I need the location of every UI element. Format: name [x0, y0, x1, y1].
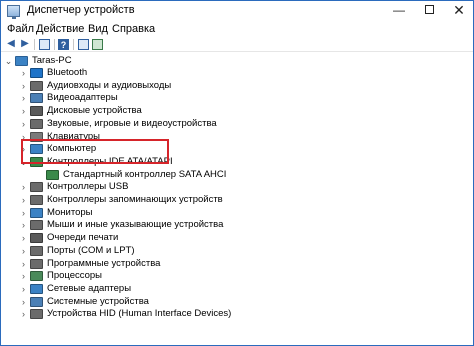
forward-icon[interactable]: ▶: [19, 39, 31, 50]
chevron-right-icon[interactable]: ›: [19, 232, 28, 244]
storage-controller-icon: [30, 195, 43, 205]
processor-icon: [30, 271, 43, 282]
display-adapter-icon: [30, 93, 43, 104]
tree-category-item[interactable]: › Bluetooth: [1, 67, 473, 79]
maximize-button[interactable]: [414, 1, 444, 21]
tree-category-item[interactable]: › Мыши и иные указывающие устройства: [1, 219, 473, 231]
chevron-down-icon[interactable]: ⌄: [4, 55, 13, 67]
tree-category-item[interactable]: › Контроллеры USB: [1, 181, 473, 193]
tree-item-label: Контроллеры запоминающих устройств: [47, 194, 223, 205]
update-driver-icon[interactable]: [78, 39, 89, 50]
tree-category-item[interactable]: › Звуковые, игровые и видеоустройства: [1, 118, 473, 130]
tree-category-item[interactable]: › Сетевые адаптеры: [1, 283, 473, 295]
tree-item-label: Сетевые адаптеры: [47, 282, 132, 294]
chevron-right-icon[interactable]: ›: [19, 283, 28, 295]
chevron-right-icon[interactable]: ›: [19, 181, 28, 193]
disk-drive-icon: [30, 106, 43, 117]
tree-item-label: Аудиовходы и аудиовыходы: [47, 79, 172, 91]
tree-item-label: Процессоры: [47, 270, 103, 282]
back-icon[interactable]: ◀: [5, 39, 17, 50]
chevron-right-icon[interactable]: ›: [19, 245, 28, 257]
chevron-right-icon[interactable]: ›: [19, 207, 28, 219]
window-title: Диспетчер устройств: [27, 4, 135, 16]
title-bar[interactable]: Диспетчер устройств — ✕: [1, 1, 473, 21]
computer-icon: [15, 56, 28, 66]
menu-help[interactable]: Справка: [112, 23, 155, 35]
tree-category-item[interactable]: › Устройства HID (Human Interface Devices…: [1, 308, 473, 320]
scan-hardware-icon[interactable]: [92, 39, 103, 50]
mouse-icon: [30, 220, 43, 231]
tree-item-label: Звуковые, игровые и видеоустройства: [47, 117, 217, 129]
device-tree: ⌄ Taras-PC › Bluetooth › Аудиовходы и аудио…: [1, 53, 473, 345]
tree-item-label: Стандартный контроллер SATA AHCI: [63, 168, 227, 180]
printer-icon: [30, 233, 43, 244]
device-manager-window: Диспетчер устройств — ✕ Файл Действие Ви…: [0, 0, 474, 346]
highlight-box: [21, 139, 169, 164]
minimize-button[interactable]: —: [384, 1, 414, 21]
maximize-icon: [424, 5, 434, 15]
sound-icon: [30, 118, 43, 129]
chevron-right-icon[interactable]: ›: [19, 296, 28, 308]
chevron-right-icon[interactable]: ›: [19, 105, 28, 117]
tree-category-item[interactable]: › Системные устройства: [1, 296, 473, 308]
properties-icon[interactable]: [39, 39, 50, 50]
tree-item-label: Системные устройства: [47, 295, 149, 307]
toolbar-divider: [54, 39, 55, 50]
help-icon[interactable]: ?: [58, 39, 69, 50]
tree-item-label: Bluetooth: [47, 67, 88, 78]
device-manager-app-icon: [7, 5, 20, 19]
tree-category-item[interactable]: › Программные устройства: [1, 258, 473, 270]
hid-icon: [30, 309, 43, 320]
bluetooth-icon: [30, 68, 43, 78]
tree-category-item[interactable]: › Видеоадаптеры: [1, 92, 473, 104]
menu-action[interactable]: Действие: [36, 23, 84, 35]
chevron-right-icon[interactable]: ›: [19, 80, 28, 92]
chevron-right-icon[interactable]: ›: [19, 67, 28, 79]
chevron-right-icon[interactable]: ›: [19, 270, 28, 282]
tree-category-item[interactable]: › Порты (COM и LPT): [1, 245, 473, 257]
toolbar-divider: [73, 39, 74, 50]
tree-category-item[interactable]: › Аудиовходы и аудиовыходы: [1, 80, 473, 92]
software-device-icon: [30, 258, 43, 269]
menu-bar: Файл Действие Вид Справка: [1, 21, 473, 38]
tree-item-label: Видеоадаптеры: [47, 92, 118, 104]
tree-category-item[interactable]: › Очереди печати: [1, 232, 473, 244]
tree-item-label: Порты (COM и LPT): [47, 244, 135, 256]
tree-item-label: Программные устройства: [47, 257, 161, 269]
tree-category-item[interactable]: › Дисковые устройства: [1, 105, 473, 117]
tree-item-label: Контроллеры USB: [47, 181, 129, 193]
close-button[interactable]: ✕: [444, 1, 474, 21]
audio-icon: [30, 80, 43, 91]
tree-device-item[interactable]: Стандартный контроллер SATA AHCI: [1, 169, 473, 181]
tree-category-item[interactable]: › Контроллеры запоминающих устройств: [1, 194, 473, 206]
tree-item-label: Очереди печати: [47, 232, 119, 244]
menu-view[interactable]: Вид: [88, 23, 108, 35]
tree-item-label: Устройства HID (Human Interface Devices): [47, 308, 232, 320]
system-device-icon: [30, 296, 43, 307]
network-adapter-icon: [30, 283, 43, 294]
toolbar-divider: [34, 39, 35, 50]
monitor-icon: [30, 207, 43, 218]
chevron-right-icon[interactable]: ›: [19, 194, 28, 206]
chevron-right-icon[interactable]: ›: [19, 92, 28, 104]
toolbar: ◀ ▶ ?: [1, 38, 473, 52]
tree-item-label: Дисковые устройства: [47, 105, 142, 117]
chevron-right-icon[interactable]: ›: [19, 219, 28, 231]
port-icon: [30, 245, 43, 256]
tree-item-label: Мыши и иные указывающие устройства: [47, 219, 224, 231]
usb-icon: [30, 182, 43, 193]
sata-controller-icon: [46, 169, 59, 180]
chevron-right-icon[interactable]: ›: [19, 308, 28, 320]
menu-file[interactable]: Файл: [7, 23, 34, 35]
tree-category-item[interactable]: › Процессоры: [1, 270, 473, 282]
tree-root-label: Taras-PC: [32, 55, 72, 66]
tree-root[interactable]: ⌄ Taras-PC: [1, 55, 473, 67]
chevron-right-icon[interactable]: ›: [19, 258, 28, 270]
chevron-right-icon[interactable]: ›: [19, 118, 28, 130]
tree-category-item[interactable]: › Мониторы: [1, 207, 473, 219]
tree-item-label: Мониторы: [47, 206, 93, 218]
